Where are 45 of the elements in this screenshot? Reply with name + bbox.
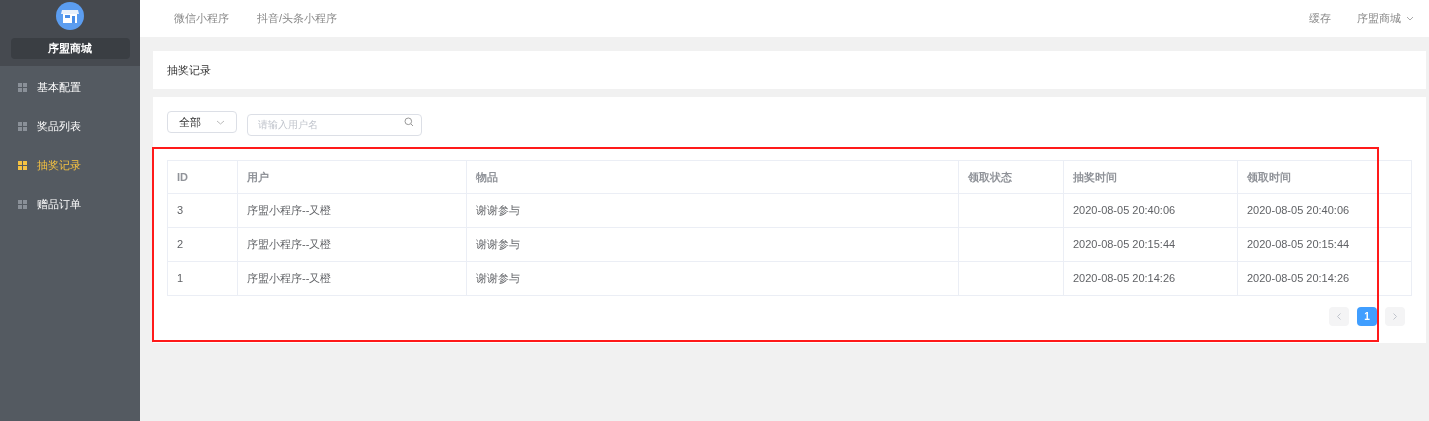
chevron-right-icon [1393,313,1397,320]
grid-icon [18,83,27,92]
table-cell: 序盟小程序--又橙 [237,261,467,296]
table-cell: 序盟小程序--又橙 [237,227,467,262]
status-select[interactable]: 全部 [167,111,237,133]
table-cell: 2020-08-05 20:15:44 [1237,227,1412,262]
table-cell: 2020-08-05 20:40:06 [1063,193,1238,228]
table-cell: 2 [167,227,238,262]
table-cell: 序盟小程序--又橙 [237,193,467,228]
account-menu[interactable]: 序盟商城 [1357,10,1414,27]
sidebar-item[interactable]: 基本配置 [0,68,140,107]
sidebar-item[interactable]: 抽奖记录 [0,146,140,185]
column-header: 物品 [466,160,959,194]
table-cell: 2020-08-05 20:14:26 [1237,261,1412,296]
search-icon [404,117,414,127]
chevron-left-icon [1337,313,1341,320]
shop-name: 序盟商城 [10,38,130,59]
table-cell: 3 [167,193,238,228]
column-header: 领取状态 [958,160,1064,194]
platform-tab[interactable]: 抖音/头条小程序 [257,10,338,27]
table-cell: 2020-08-05 20:40:06 [1237,193,1412,228]
table-cell: 谢谢参与 [466,193,959,228]
page-button[interactable]: 1 [1357,307,1377,326]
cache-link[interactable]: 缓存 [1309,10,1331,27]
sidebar-item[interactable]: 奖品列表 [0,107,140,146]
table-cell: 2020-08-05 20:15:44 [1063,227,1238,262]
table-cell: 谢谢参与 [466,227,959,262]
column-header: 抽奖时间 [1063,160,1238,194]
chevron-down-icon [1406,16,1414,21]
table-cell: 谢谢参与 [466,261,959,296]
table-cell: 2020-08-05 20:14:26 [1063,261,1238,296]
grid-icon [18,200,27,209]
column-header: 用户 [237,160,467,194]
store-icon [56,2,84,30]
table-cell: 1 [167,261,238,296]
column-header: ID [167,160,238,194]
column-header: 领取时间 [1237,160,1412,194]
grid-icon [18,161,27,170]
chevron-down-icon [216,119,225,125]
next-page-button[interactable] [1385,307,1405,326]
page-title: 抽奖记录 [167,62,211,78]
grid-icon [18,122,27,131]
sidebar-item[interactable]: 赠品订单 [0,185,140,224]
prev-page-button[interactable] [1329,307,1349,326]
platform-tab[interactable]: 微信小程序 [174,10,229,27]
